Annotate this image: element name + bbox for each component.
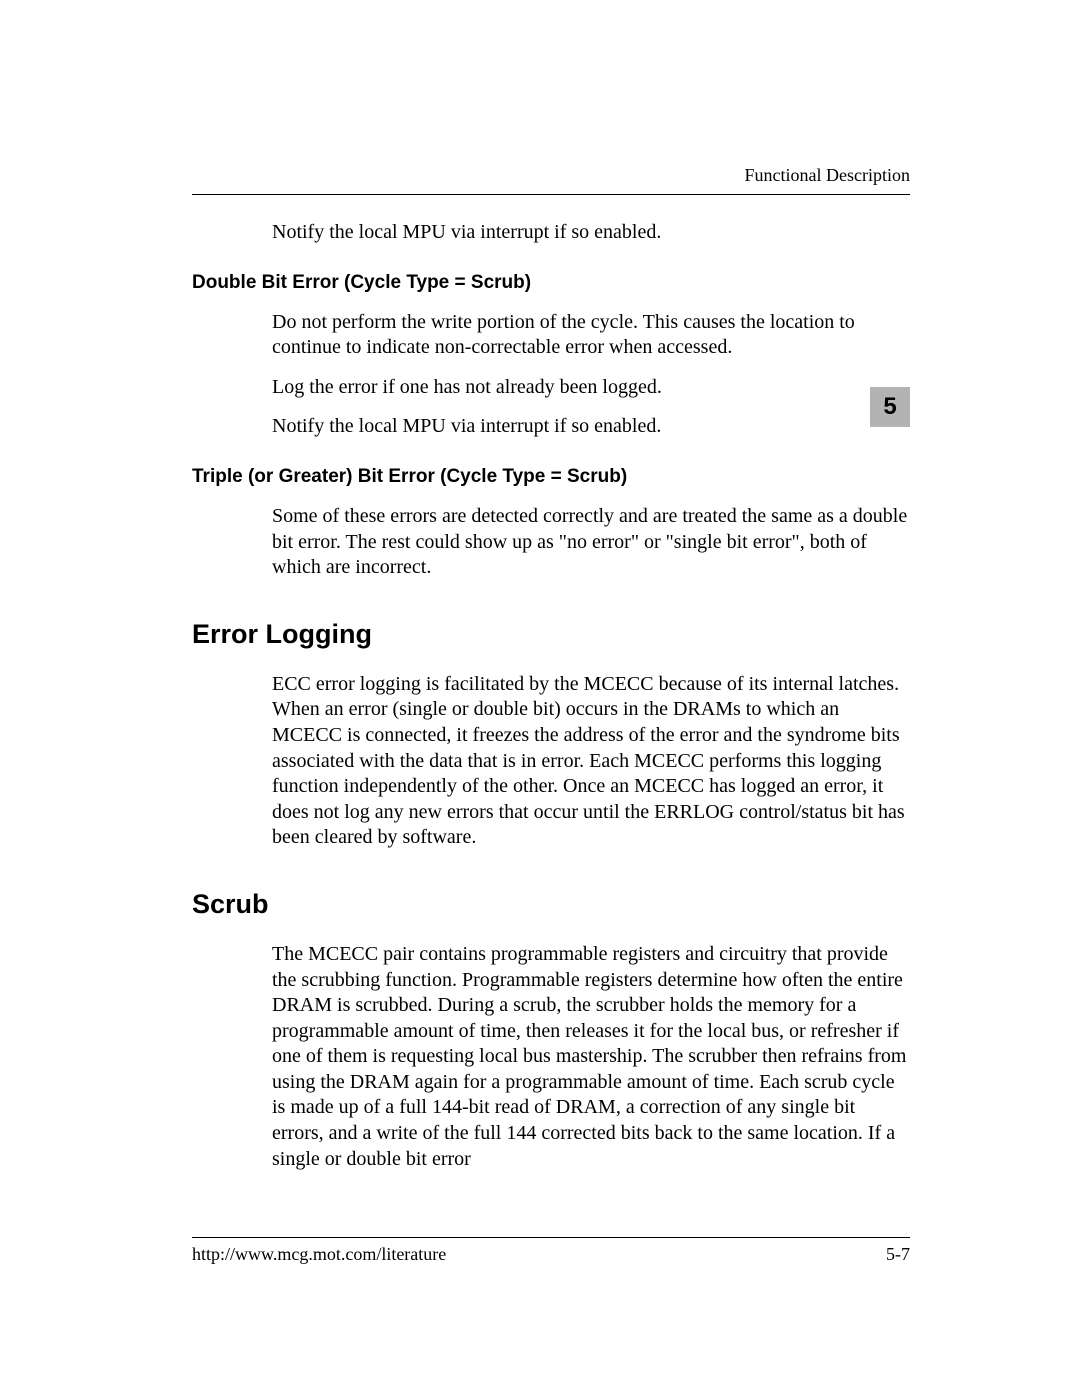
subheading-triple-bit: Triple (or Greater) Bit Error (Cycle Typ… [192, 466, 910, 488]
page-content: Notify the local MPU via interrupt if so… [192, 220, 910, 1186]
heading-error-logging: Error Logging [192, 619, 910, 650]
intro-paragraph: Notify the local MPU via interrupt if so… [272, 220, 910, 246]
footer-url: http://www.mcg.mot.com/literature [192, 1244, 446, 1265]
triple-bit-p1: Some of these errors are detected correc… [272, 504, 910, 581]
double-bit-p3: Notify the local MPU via interrupt if so… [272, 414, 910, 440]
page: Functional Description 5 Notify the loca… [0, 0, 1080, 1397]
subheading-double-bit: Double Bit Error (Cycle Type = Scrub) [192, 272, 910, 294]
error-logging-p1: ECC error logging is facilitated by the … [272, 672, 910, 851]
heading-scrub: Scrub [192, 889, 910, 920]
double-bit-p2: Log the error if one has not already bee… [272, 375, 910, 401]
footer-page-number: 5-7 [886, 1244, 910, 1265]
footer-row: http://www.mcg.mot.com/literature 5-7 [192, 1244, 910, 1265]
header-section-label: Functional Description [192, 165, 910, 186]
page-header: Functional Description [192, 165, 910, 195]
scrub-p1: The MCECC pair contains programmable reg… [272, 942, 910, 1172]
footer-rule [192, 1237, 910, 1238]
page-footer: http://www.mcg.mot.com/literature 5-7 [192, 1237, 910, 1265]
double-bit-p1: Do not perform the write portion of the … [272, 310, 910, 361]
header-rule [192, 194, 910, 195]
